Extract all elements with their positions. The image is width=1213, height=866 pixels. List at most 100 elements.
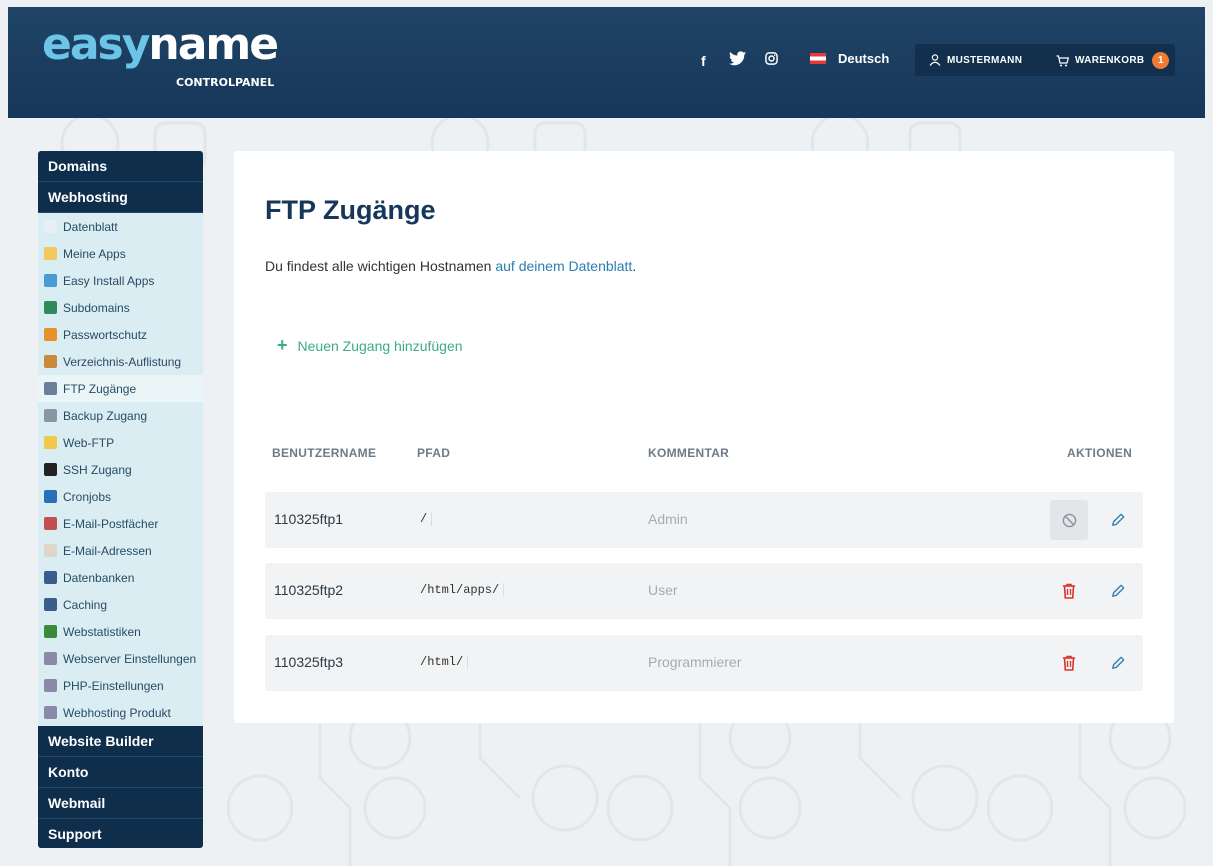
row-username: 110325ftp3 (274, 654, 344, 670)
sidebar-item-label: Datenblatt (63, 219, 118, 234)
column-header-aktionen: AKTIONEN (1067, 446, 1133, 460)
row-path: / (420, 512, 433, 526)
logo-subtitle: CONTROLPANEL (176, 76, 275, 89)
sidebar-section-support[interactable]: Support (38, 819, 203, 848)
sidebar-item-webserver-einstellungen[interactable]: Webserver Einstellungen (38, 645, 203, 672)
cart-button[interactable]: WARENKORB 1 (1056, 52, 1170, 69)
table-row: 110325ftp3 /html/ Programmierer (265, 635, 1143, 691)
sidebar-section-webhosting[interactable]: Webhosting (38, 182, 203, 213)
edit-pencil-icon[interactable] (1104, 649, 1132, 677)
sidebar-nav: Domains Webhosting Datenblatt Meine Apps E… (38, 151, 203, 848)
austria-flag-icon (810, 53, 826, 64)
sidebar-item-backup-zugang[interactable]: Backup Zugang (38, 402, 203, 429)
mailbox-icon (44, 517, 57, 530)
install-icon (44, 274, 57, 287)
settings-icon (44, 706, 57, 719)
language-label: Deutsch (838, 51, 890, 66)
user-menu[interactable]: MUSTERMANN (929, 54, 1022, 66)
language-selector[interactable]: Deutsch (810, 51, 889, 66)
document-icon (44, 220, 57, 233)
sidebar-item-php-einstellungen[interactable]: PHP-Einstellungen (38, 672, 203, 699)
sidebar-section-konto[interactable]: Konto (38, 757, 203, 788)
settings-icon (44, 652, 57, 665)
sidebar-item-label: Easy Install Apps (63, 273, 155, 288)
folder-lock-icon (44, 355, 57, 368)
sidebar-section-webmail[interactable]: Webmail (38, 788, 203, 819)
datenblatt-link[interactable]: auf deinem Datenblatt (495, 258, 632, 274)
add-access-button[interactable]: + Neuen Zugang hinzufügen (277, 335, 463, 356)
sidebar-item-label: SSH Zugang (63, 462, 132, 477)
add-access-label: Neuen Zugang hinzufügen (297, 337, 463, 354)
cart-label: WARENKORB (1075, 55, 1145, 66)
row-comment: User (648, 582, 678, 598)
row-path: /html/ (420, 655, 469, 669)
sidebar-item-datenblatt[interactable]: Datenblatt (38, 213, 203, 240)
sidebar-section-domains[interactable]: Domains (38, 151, 203, 182)
column-header-kommentar: KOMMENTAR (648, 446, 730, 460)
sidebar-item-meine-apps[interactable]: Meine Apps (38, 240, 203, 267)
edit-pencil-icon[interactable] (1104, 506, 1132, 534)
sidebar-section-website-builder[interactable]: Website Builder (38, 726, 203, 757)
globe-icon (44, 301, 57, 314)
sidebar-item-web-ftp[interactable]: Web-FTP (38, 429, 203, 456)
plus-icon: + (277, 335, 288, 355)
edit-pencil-icon[interactable] (1104, 577, 1132, 605)
sidebar-item-label: Verzeichnis-Auflistung (63, 354, 182, 369)
username-label: MUSTERMANN (947, 54, 1023, 66)
sidebar-item-label: E-Mail-Postfächer (63, 516, 159, 531)
column-header-pfad: PFAD (417, 446, 451, 460)
cart-count-badge: 1 (1152, 52, 1170, 69)
sidebar-item-verzeichnis-auflistung[interactable]: Verzeichnis-Auflistung (38, 348, 203, 375)
sidebar-item-label: Webhosting Produkt (63, 705, 171, 720)
description-text: Du findest alle wichtigen Hostnamen (265, 258, 496, 274)
logo-easy: easy (42, 19, 150, 70)
top-header: easyname CONTROLPANEL f Deutsch MUSTERMA… (8, 7, 1205, 118)
twitter-icon[interactable] (729, 51, 746, 69)
ftp-icon (44, 382, 57, 395)
sidebar-item-e-mail-postfächer[interactable]: E-Mail-Postfächer (38, 510, 203, 537)
sidebar-item-label: PHP-Einstellungen (63, 678, 164, 693)
sidebar-item-caching[interactable]: Caching (38, 591, 203, 618)
page-description: Du findest alle wichtigen Hostnamen auf … (265, 258, 636, 274)
sidebar-item-webhosting-produkt[interactable]: Webhosting Produkt (38, 699, 203, 726)
instagram-icon[interactable] (765, 52, 778, 68)
sidebar-item-label: Backup Zugang (63, 408, 148, 423)
row-username: 110325ftp2 (274, 582, 344, 598)
main-panel: FTP Zugänge Du findest alle wichtigen Ho… (234, 151, 1174, 723)
user-icon (929, 54, 941, 66)
key-icon (44, 328, 57, 341)
sidebar-item-datenbanken[interactable]: Datenbanken (38, 564, 203, 591)
backup-icon (44, 409, 57, 422)
row-comment: Programmierer (648, 654, 742, 670)
sidebar-item-ssh-zugang[interactable]: SSH Zugang (38, 456, 203, 483)
sidebar-item-ftp-zugänge[interactable]: FTP Zugänge (38, 375, 203, 402)
sidebar-item-subdomains[interactable]: Subdomains (38, 294, 203, 321)
logo[interactable]: easyname (42, 19, 279, 70)
cache-icon (44, 598, 57, 611)
delete-trash-icon[interactable] (1055, 577, 1083, 605)
webhosting-items: Datenblatt Meine Apps Easy Install Apps Sub… (38, 213, 203, 726)
sidebar-item-passwortschutz[interactable]: Passwortschutz (38, 321, 203, 348)
chart-icon (44, 625, 57, 638)
user-cart-box: MUSTERMANN WARENKORB 1 (915, 44, 1175, 76)
sidebar-item-easy-install-apps[interactable]: Easy Install Apps (38, 267, 203, 294)
sidebar-item-label: E-Mail-Adressen (63, 543, 152, 558)
logo-name: name (148, 19, 279, 70)
sidebar-item-label: Caching (63, 597, 108, 612)
facebook-icon[interactable]: f (701, 53, 706, 69)
sidebar-item-webstatistiken[interactable]: Webstatistiken (38, 618, 203, 645)
sidebar-item-cronjobs[interactable]: Cronjobs (38, 483, 203, 510)
table-row: 110325ftp2 /html/apps/ User (265, 563, 1143, 619)
cart-icon (1056, 54, 1069, 66)
row-username: 110325ftp1 (274, 511, 344, 527)
sidebar-item-label: Web-FTP (63, 435, 115, 450)
sidebar-item-label: FTP Zugänge (63, 381, 137, 396)
sidebar-item-label: Cronjobs (63, 489, 112, 504)
database-icon (44, 571, 57, 584)
sidebar-item-e-mail-adressen[interactable]: E-Mail-Adressen (38, 537, 203, 564)
terminal-icon (44, 463, 57, 476)
sidebar-item-label: Subdomains (63, 300, 130, 315)
delete-trash-icon[interactable] (1055, 649, 1083, 677)
page-title: FTP Zugänge (265, 195, 436, 225)
sidebar-item-label: Webstatistiken (63, 624, 141, 639)
